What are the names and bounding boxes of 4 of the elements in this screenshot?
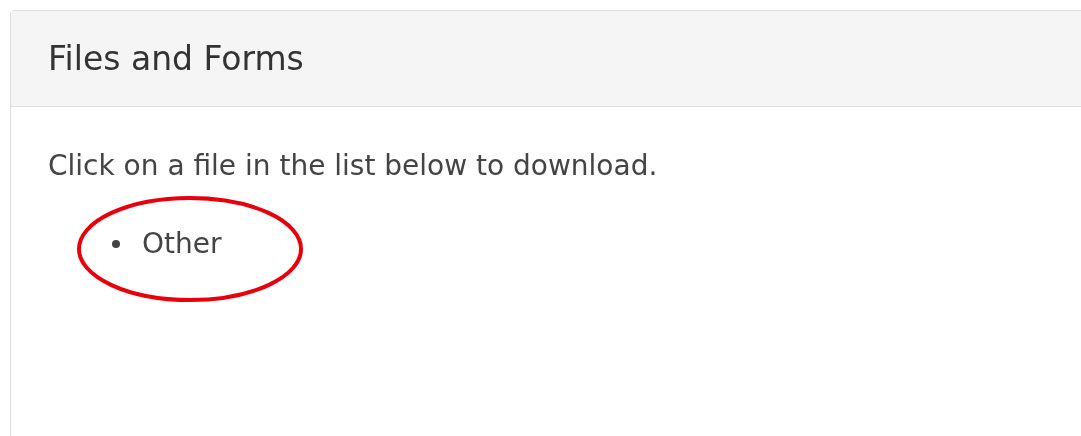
panel-title: Files and Forms <box>48 38 304 79</box>
instructions-text: Click on a file in the list below to download. <box>48 148 659 184</box>
bullet-icon <box>112 240 120 248</box>
file-link[interactable]: Other <box>142 223 222 265</box>
